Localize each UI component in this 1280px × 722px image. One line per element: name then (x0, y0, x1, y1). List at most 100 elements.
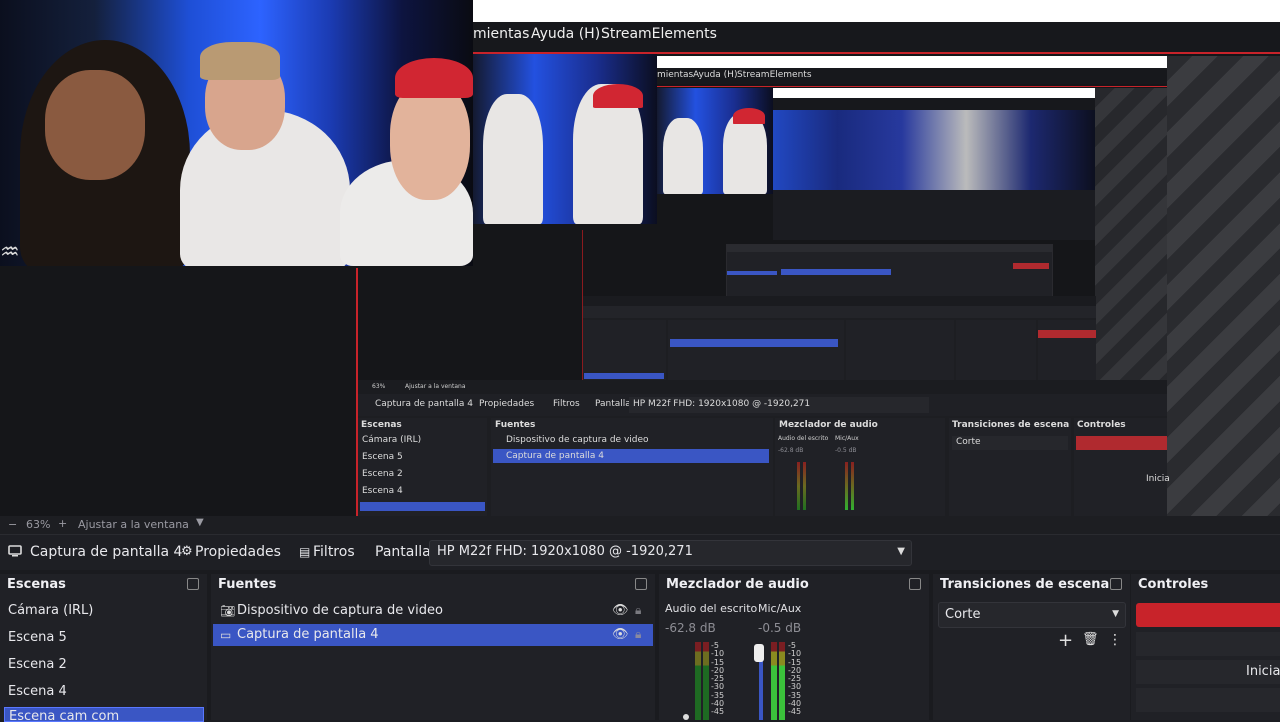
menu-streamelements[interactable]: StreamElements (601, 26, 717, 42)
trash-icon[interactable]: 🗑︎ (1082, 632, 1099, 647)
scenes-title: Escenas (7, 577, 66, 592)
scene-item[interactable]: Escena 4 (8, 684, 67, 699)
fit-dropdown-icon[interactable]: ▼ (196, 517, 204, 528)
nested-webcam-1 (473, 54, 657, 224)
source-item[interactable]: Dispositivo de captura de video (237, 603, 443, 618)
scene-item[interactable]: Cámara (IRL) (8, 603, 93, 618)
sources-panel: Fuentes 📷︎ Dispositivo de captura de vid… (211, 574, 655, 720)
controls-panel: Controles Inicia (1131, 574, 1280, 720)
transitions-title: Transiciones de escena (940, 577, 1110, 592)
control-button[interactable] (1136, 688, 1280, 712)
nested-menu-1: mientas (657, 70, 694, 80)
monitor-icon: ▭ (220, 628, 232, 642)
nested-transitions-title: Transiciones de escena (952, 420, 1070, 430)
scene-item-label: Escena cam com (9, 709, 120, 722)
meter-scale: -5 -10 -15 -20 -25 -30 -35 -40 -45 (711, 641, 725, 717)
undock-icon[interactable] (635, 578, 647, 590)
nested-obs-1: 63% Ajustar a la ventana Captura de pant… (357, 380, 1170, 516)
mixer-db-value: -0.5 dB (758, 621, 802, 635)
selection-edge (356, 268, 358, 516)
menu-herramientas[interactable]: mientas (473, 26, 529, 42)
sources-title: Fuentes (218, 577, 277, 592)
nested-obs-2 (582, 296, 1096, 382)
more-icon[interactable]: ⋮ (1108, 632, 1122, 648)
nested-properties: Propiedades (479, 399, 535, 409)
nested-transition: Corte (956, 437, 981, 447)
filters-button[interactable]: Filtros (313, 544, 355, 560)
transition-select[interactable]: Corte ▼ (938, 602, 1126, 628)
nested-source-name: Captura de pantalla 4 (375, 399, 474, 409)
undock-icon[interactable] (187, 578, 199, 590)
nested-mixer-title: Mezclador de audio (779, 420, 878, 430)
menu-ayuda[interactable]: Ayuda (H) (531, 26, 600, 42)
nested-display-label: Pantalla (595, 399, 631, 409)
zoom-in-icon[interactable]: + (58, 517, 67, 530)
nested-source-0: Dispositivo de captura de video (506, 435, 649, 445)
gear-icon[interactable]: ⚙ (181, 544, 193, 559)
scenes-panel: Escenas Cámara (IRL) Escena 5 Escena 2 E… (0, 574, 207, 722)
mixer-channel-name: Audio del escrito (665, 602, 758, 615)
nested-controls-title: Controles (1077, 420, 1126, 430)
nested-scene-1: Escena 5 (362, 452, 403, 462)
volume-meter (695, 642, 701, 720)
nested-sources-title: Fuentes (495, 420, 536, 430)
display-select[interactable]: HP M22f FHD: 1920x1080 @ -1920,271 ▼ (429, 540, 912, 566)
nested-filters: Filtros (553, 399, 580, 409)
source-item[interactable]: Captura de pantalla 4 (237, 627, 379, 642)
nested-scene-0: Cámara (IRL) (362, 435, 422, 445)
volume-meter (703, 642, 709, 720)
selected-source-name: Captura de pantalla 4 (30, 544, 183, 560)
monitor-icon (8, 545, 22, 561)
lock-icon[interactable]: 🔒︎ (635, 603, 641, 618)
display-label: Pantalla (375, 544, 431, 560)
transitions-panel: Transiciones de escena Corte ▼ + 🗑︎ ⋮ (933, 574, 1130, 720)
mixer-db-value: -62.8 dB (665, 621, 716, 635)
filter-icon[interactable]: ▤ (299, 545, 310, 559)
zoom-out-icon[interactable]: − (8, 518, 17, 531)
nested-mixer-ch2: Mic/Aux (835, 435, 859, 442)
start-recording-button[interactable]: Inicia (1136, 660, 1280, 684)
nested-zoom: 63% (372, 383, 386, 390)
start-streaming-button[interactable] (1136, 603, 1280, 627)
camera-icon: 📷︎ (220, 604, 236, 618)
meter-scale: -5 -10 -15 -20 -25 -30 -35 -40 -45 (788, 641, 802, 717)
control-button[interactable] (1136, 632, 1280, 656)
scene-item[interactable]: Escena 2 (8, 657, 67, 672)
audio-mixer-panel: Mezclador de audio Audio del escrito Mic… (659, 574, 929, 720)
zoom-bar: − 63% + Ajustar a la ventana ▼ (0, 516, 1280, 534)
add-icon[interactable]: + (1058, 630, 1073, 651)
chevron-down-icon[interactable]: ▼ (897, 546, 905, 557)
nested-scene-2: Escena 2 (362, 469, 403, 479)
nested-fit: Ajustar a la ventana (405, 383, 466, 390)
nested-scenes-title: Escenas (361, 420, 402, 430)
start-label: Inicia (1246, 664, 1280, 679)
properties-button[interactable]: Propiedades (195, 544, 281, 560)
nested-controls-start: Inicia (1146, 474, 1170, 484)
webcam-feed: ♒ (0, 0, 473, 266)
nested-source-1: Captura de pantalla 4 (506, 451, 605, 461)
eye-icon[interactable]: 👁︎ (612, 603, 629, 618)
nested-display-value: HP M22f FHD: 1920x1080 @ -1920,271 (633, 399, 811, 409)
scene-item[interactable]: Escena 5 (8, 630, 67, 645)
zoom-level: 63% (26, 518, 51, 531)
nested-mixer-db1: -62.8 dB (778, 447, 804, 454)
nested-scene-3: Escena 4 (362, 486, 403, 496)
captured-menubar: mientas Ayuda (H) StreamElements (473, 22, 1280, 52)
lock-icon[interactable]: 🔒︎ (635, 627, 641, 642)
mixer-title: Mezclador de audio (666, 577, 809, 592)
nested-webcam-2 (657, 88, 773, 194)
nested-menu-2: Ayuda (H) (693, 70, 738, 80)
undock-icon[interactable] (1110, 578, 1122, 590)
eye-icon[interactable]: 👁︎ (612, 627, 629, 642)
volume-slider-handle[interactable] (754, 644, 764, 662)
nested-menu-3: StreamElements (737, 70, 812, 80)
transition-select-value: Corte (945, 607, 981, 622)
volume-meter (771, 642, 777, 720)
fit-to-window[interactable]: Ajustar a la ventana (78, 518, 189, 531)
mixer-channel-name: Mic/Aux (758, 602, 802, 615)
chevron-down-icon[interactable]: ▼ (1112, 609, 1119, 619)
undock-icon[interactable] (909, 578, 921, 590)
display-select-value: HP M22f FHD: 1920x1080 @ -1920,271 (437, 544, 693, 559)
volume-slider-handle[interactable] (683, 714, 689, 720)
background-stripes (1167, 56, 1280, 516)
